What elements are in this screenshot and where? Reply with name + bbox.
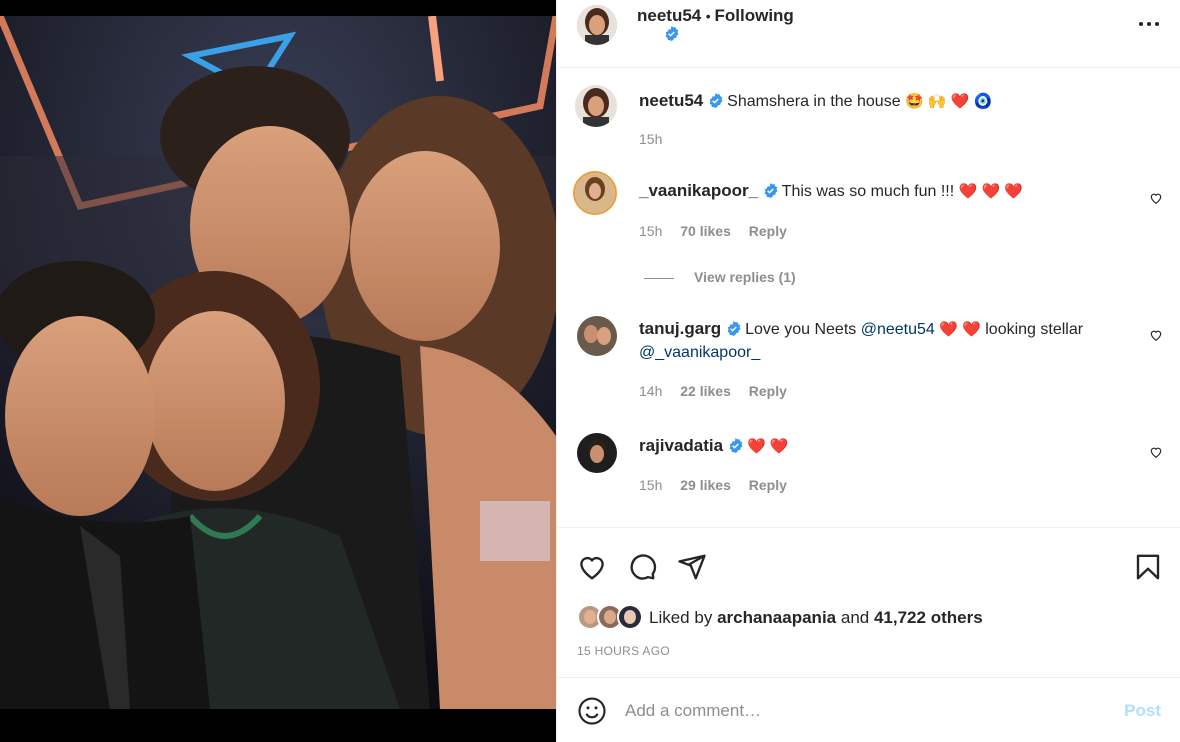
separator-dot: • <box>705 8 715 24</box>
comment-text: This was so much fun !!! <box>781 183 955 200</box>
commenter-avatar[interactable] <box>573 171 617 215</box>
comment-reply-button[interactable]: Reply <box>749 477 787 493</box>
view-replies-label: View replies (1) <box>694 269 796 285</box>
caption-avatar[interactable] <box>575 85 617 127</box>
like-comment-heart-icon[interactable] <box>1149 445 1163 459</box>
view-replies-line <box>644 277 674 279</box>
comment-input[interactable] <box>625 698 1085 724</box>
post-detail-panel: neetu54 • Following neetu54 Shamshera in… <box>556 0 1180 742</box>
comment-text-line: tanuj.garg Love you Neets @neetu54 ❤️ ❤️… <box>639 317 1129 364</box>
comment-meta: 15h 70 likes Reply <box>639 223 801 239</box>
comment-time[interactable]: 15h <box>639 477 662 493</box>
comment-reply-button[interactable]: Reply <box>749 383 787 399</box>
commenter-avatar[interactable] <box>577 316 617 356</box>
add-comment-bar: Post <box>557 677 1180 742</box>
view-replies-button[interactable]: View replies (1) <box>644 269 796 285</box>
comment-likes[interactable]: 70 likes <box>680 223 731 239</box>
comment-text-line: rajivadatia ❤️ ❤️ <box>639 434 1129 458</box>
mention-link[interactable]: @neetu54 <box>861 321 935 338</box>
post-media <box>0 0 556 742</box>
verified-badge-icon <box>764 183 777 198</box>
comment-emojis: ❤️ ❤️ <box>747 438 789 455</box>
caption-username[interactable]: neetu54 <box>639 91 703 110</box>
comment-username[interactable]: _vaanikapoor_ <box>639 181 758 200</box>
comment-text-after: looking stellar <box>985 321 1084 338</box>
comment-reply-button[interactable]: Reply <box>749 223 787 239</box>
following-button[interactable]: Following <box>715 6 794 25</box>
comment-bubble-icon[interactable] <box>627 552 657 582</box>
comment-username[interactable]: rajivadatia <box>639 436 723 455</box>
more-options-icon[interactable] <box>1137 16 1161 32</box>
caption-emojis: 🤩 🙌 ❤️ 🧿 <box>905 93 993 110</box>
mention-link[interactable]: @_vaanikapoor_ <box>639 344 760 361</box>
caption-meta: 15h <box>639 131 676 147</box>
comment-meta: 15h 29 likes Reply <box>639 477 801 493</box>
verified-badge-icon <box>665 26 679 41</box>
comments-list[interactable]: neetu54 Shamshera in the house 🤩 🙌 ❤️ 🧿 … <box>557 69 1180 527</box>
post-timestamp[interactable]: 15 HOURS AGO <box>577 644 670 658</box>
like-heart-icon[interactable] <box>577 552 607 582</box>
post-photo[interactable] <box>0 16 556 709</box>
comment-username[interactable]: tanuj.garg <box>639 319 721 338</box>
liker-username[interactable]: archanaapania <box>717 608 836 627</box>
caption-text: Shamshera in the house <box>727 93 901 110</box>
comment-likes[interactable]: 29 likes <box>680 477 731 493</box>
post-actions: Liked by archanaapania and 41,722 others… <box>557 527 1180 677</box>
likes-others-button[interactable]: 41,722 others <box>874 608 983 627</box>
likes-prefix: Liked by <box>649 608 713 627</box>
comment-meta: 14h 22 likes Reply <box>639 383 801 399</box>
author-username[interactable]: neetu54 <box>637 6 701 25</box>
commenter-avatar[interactable] <box>577 433 617 473</box>
post-header: neetu54 • Following <box>557 0 1180 68</box>
liker-avatars <box>577 604 643 630</box>
comment-time[interactable]: 15h <box>639 223 662 239</box>
share-paper-plane-icon[interactable] <box>677 552 707 582</box>
comment-text: Love you Neets <box>745 321 857 338</box>
author-avatar[interactable] <box>577 5 617 45</box>
verified-badge-icon <box>729 438 742 453</box>
comment-text-line: _vaanikapoor_ This was so much fun !!! ❤… <box>639 179 1129 203</box>
verified-badge-icon <box>709 93 723 108</box>
like-comment-heart-icon[interactable] <box>1149 328 1163 342</box>
comment-likes[interactable]: 22 likes <box>680 383 731 399</box>
verified-badge-icon <box>727 321 741 336</box>
caption-time[interactable]: 15h <box>639 131 662 147</box>
post-comment-button[interactable]: Post <box>1124 701 1161 721</box>
save-bookmark-icon[interactable] <box>1133 552 1163 582</box>
likes-middle: and <box>840 608 870 627</box>
caption-text-line: neetu54 Shamshera in the house 🤩 🙌 ❤️ 🧿 <box>639 89 1129 113</box>
likes-summary: Liked by archanaapania and 41,722 others <box>649 608 983 628</box>
comment-time[interactable]: 14h <box>639 383 662 399</box>
liker-avatar[interactable] <box>617 604 643 630</box>
emoji-picker-icon[interactable] <box>577 696 607 726</box>
like-comment-heart-icon[interactable] <box>1149 191 1163 205</box>
comment-emojis: ❤️ ❤️ <box>939 321 981 338</box>
comment-emojis: ❤️ ❤️ ❤️ <box>958 183 1024 200</box>
